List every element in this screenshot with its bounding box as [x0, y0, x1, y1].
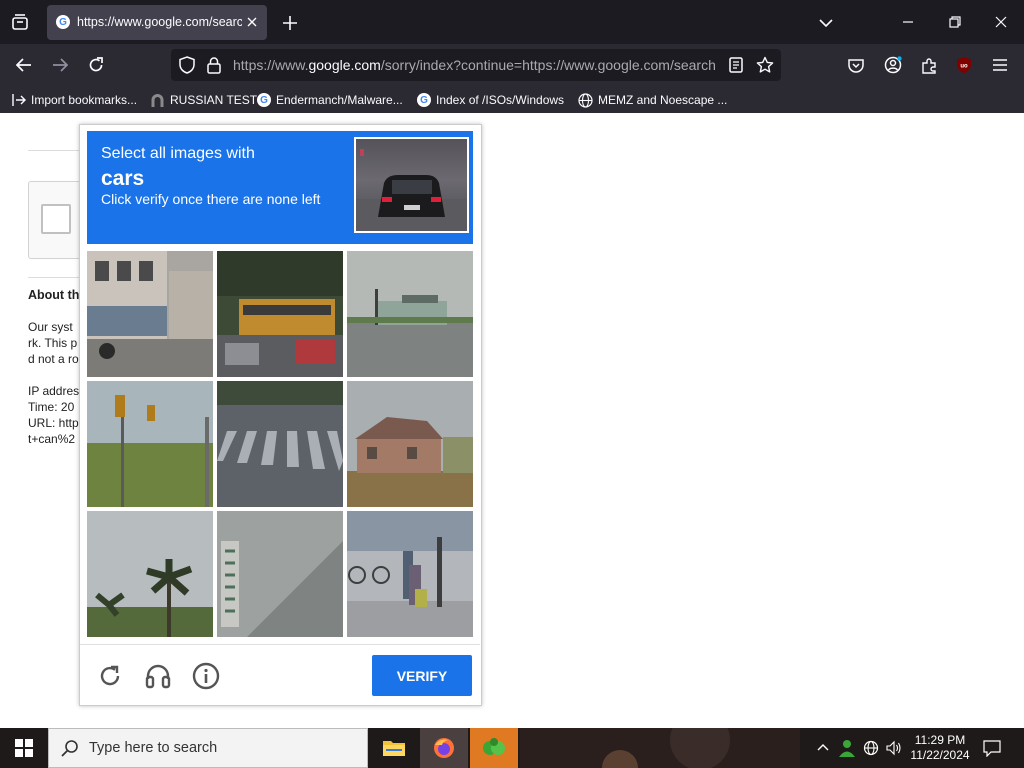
page-text-line: Our syst: [28, 320, 73, 334]
ublock-origin-icon[interactable]: uo: [953, 54, 975, 76]
time-line: Time: 20: [28, 400, 75, 414]
verify-button[interactable]: VERIFY: [372, 655, 472, 696]
captcha-target: cars: [101, 167, 145, 190]
extensions-icon[interactable]: [918, 54, 940, 76]
captcha-tile-3[interactable]: [347, 251, 473, 377]
audio-challenge-icon[interactable]: [143, 661, 173, 691]
captcha-header: Select all images with cars Click verify…: [87, 131, 473, 244]
captcha-instruction: Select all images with: [101, 145, 255, 162]
captcha-footer-divider: [80, 644, 480, 645]
bookmark-import[interactable]: Import bookmarks...: [12, 90, 137, 110]
captcha-sample-image: [354, 137, 469, 233]
lock-icon[interactable]: [205, 56, 223, 74]
google-icon: G: [417, 93, 431, 107]
url-line: URL: http: [28, 416, 79, 430]
close-window-icon[interactable]: [991, 12, 1011, 32]
recaptcha-checkbox[interactable]: [41, 204, 71, 234]
captcha-tile-6[interactable]: [347, 381, 473, 507]
user-tray-icon[interactable]: [836, 737, 858, 759]
page-text-line: d not a ro: [28, 352, 79, 366]
tab-list-icon[interactable]: [10, 12, 30, 32]
bookmark-label: MEMZ and Noescape ...: [598, 93, 728, 107]
reload-challenge-icon[interactable]: [96, 662, 124, 690]
google-icon: G: [257, 93, 271, 107]
restore-icon[interactable]: [945, 12, 965, 32]
bookmark-label: Index of /ISOs/Windows: [436, 93, 565, 107]
minimize-icon[interactable]: [898, 12, 918, 32]
bookmark-index-isos[interactable]: G Index of /ISOs/Windows: [417, 90, 564, 110]
volume-icon[interactable]: [884, 738, 904, 758]
captcha-tile-2[interactable]: [217, 251, 343, 377]
clock-time: 11:29 PM: [914, 733, 966, 747]
bookmark-memz[interactable]: MEMZ and Noescape ...: [578, 90, 727, 110]
list-all-tabs-icon[interactable]: [816, 13, 836, 33]
back-icon[interactable]: [14, 55, 34, 75]
captcha-tile-4[interactable]: [87, 381, 213, 507]
url-scheme: https://www.: [233, 57, 309, 73]
ip-address-line: IP addres: [28, 384, 80, 398]
url-bar[interactable]: https://www.google.com/sorry/index?conti…: [171, 49, 781, 81]
bookmark-label: RUSSIAN TEST: [170, 93, 258, 107]
start-windows-icon[interactable]: [12, 736, 36, 760]
reload-icon[interactable]: [86, 55, 106, 75]
captcha-tile-9[interactable]: [347, 511, 473, 637]
page-text-line: rk. This p: [28, 336, 78, 350]
svg-text:uo: uo: [960, 64, 968, 70]
captcha-tile-1[interactable]: [87, 251, 213, 377]
url-path: /sorry/index?continue=https://www.google…: [380, 57, 716, 73]
captcha-tile-7[interactable]: [87, 511, 213, 637]
bookmark-star-icon[interactable]: [755, 55, 775, 75]
pocket-icon[interactable]: [846, 55, 866, 75]
app-menu-icon[interactable]: [990, 55, 1010, 75]
taskbar-search-box[interactable]: Type here to search: [48, 728, 368, 768]
app-taskbar-icon[interactable]: [470, 728, 518, 768]
clock-date: 11/22/2024: [910, 748, 970, 762]
horseshoe-icon: [151, 93, 164, 107]
captcha-tile-5[interactable]: [217, 381, 343, 507]
captcha-subtext: Click verify once there are none left: [101, 191, 321, 207]
divider: [28, 150, 83, 151]
google-icon: G: [56, 15, 70, 29]
tab-google-search[interactable]: G https://www.google.com/search: [47, 5, 267, 40]
import-icon: [12, 94, 26, 106]
notifications-icon[interactable]: [981, 737, 1003, 759]
account-icon[interactable]: [882, 54, 904, 76]
help-info-icon[interactable]: [191, 661, 221, 691]
url-domain: google.com: [308, 57, 381, 73]
bookmark-label: Import bookmarks...: [31, 93, 138, 107]
url-continued-line: t+can%2: [28, 432, 76, 446]
file-explorer-icon[interactable]: [370, 728, 418, 768]
search-icon: [61, 739, 79, 757]
taskbar-clock[interactable]: 11:29 PM 11/22/2024: [906, 733, 974, 763]
close-tab-icon[interactable]: [245, 15, 259, 29]
bookmark-endermanch[interactable]: G Endermanch/Malware...: [257, 90, 403, 110]
reader-view-icon[interactable]: [727, 56, 745, 74]
tracking-protection-icon[interactable]: [178, 56, 196, 74]
search-placeholder: Type here to search: [89, 740, 218, 756]
url-text[interactable]: https://www.google.com/sorry/index?conti…: [233, 57, 718, 73]
network-globe-icon[interactable]: [861, 738, 881, 758]
forward-icon[interactable]: [50, 55, 70, 75]
divider: [28, 277, 83, 278]
about-heading: About th: [28, 288, 80, 302]
bookmark-russian-test[interactable]: RUSSIAN TEST: [150, 90, 257, 110]
show-hidden-icons-icon[interactable]: [814, 738, 832, 756]
bookmark-label: Endermanch/Malware...: [276, 93, 403, 107]
firefox-taskbar-icon[interactable]: [420, 728, 468, 768]
new-tab-icon[interactable]: [280, 13, 300, 33]
captcha-tile-8[interactable]: [217, 511, 343, 637]
tab-title: https://www.google.com/search: [77, 15, 242, 29]
globe-icon: [578, 92, 593, 108]
